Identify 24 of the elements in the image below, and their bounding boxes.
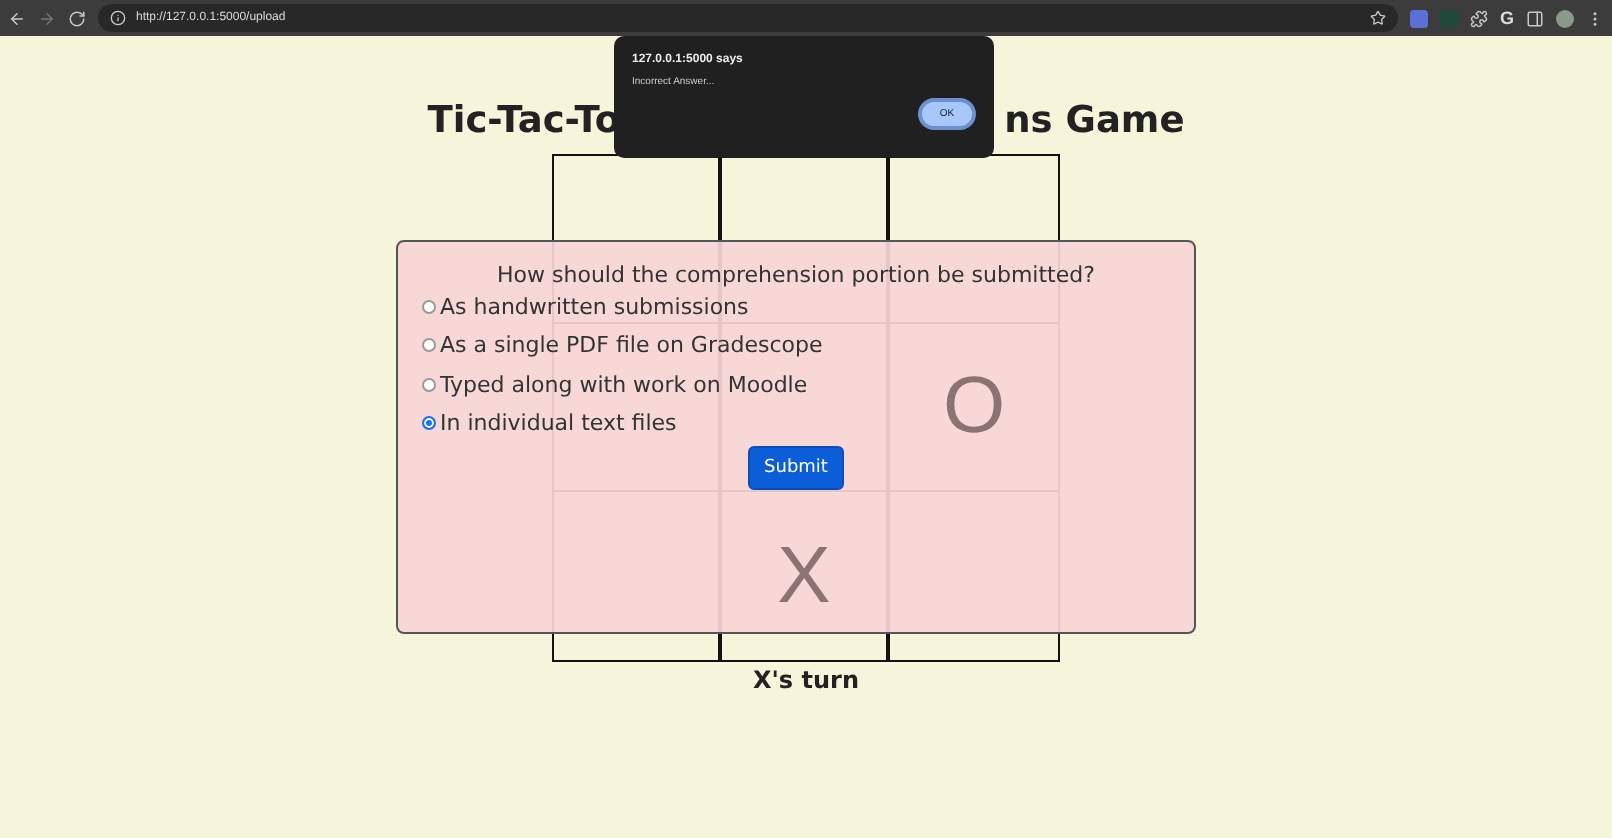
answer-option[interactable]: Typed along with work on Moodle	[422, 365, 808, 404]
profile-avatar[interactable]	[1556, 9, 1574, 27]
turn-label: X's turn	[753, 666, 859, 694]
radio-button[interactable]	[422, 300, 436, 315]
info-icon[interactable]	[110, 10, 126, 26]
puzzle-icon[interactable]	[1469, 9, 1488, 27]
radio-button[interactable]	[422, 377, 436, 392]
reload-icon[interactable]	[68, 9, 86, 27]
page-title: Tic-Tac-To	[427, 99, 621, 141]
answer-option[interactable]: As handwritten submissions	[422, 288, 749, 327]
g-icon[interactable]: G	[1499, 8, 1514, 28]
question-text: How should the comprehension portion be submitted?	[497, 262, 1095, 288]
page-title: ns Game	[1004, 99, 1185, 141]
radio-button[interactable]	[422, 338, 436, 353]
answer-option[interactable]: As a single PDF file on Gradescope	[422, 326, 823, 366]
forward-icon[interactable]	[38, 9, 56, 27]
back-icon[interactable]	[8, 9, 26, 27]
cell-mark: X	[777, 531, 831, 621]
radio-button[interactable]	[422, 416, 436, 431]
cell-mark: O	[942, 362, 1006, 452]
answer-option[interactable]: In individual text files	[422, 403, 677, 443]
side-panel-icon[interactable]	[1526, 9, 1544, 27]
submit-button[interactable]: Submit	[748, 446, 844, 491]
star-icon[interactable]	[1369, 10, 1386, 26]
